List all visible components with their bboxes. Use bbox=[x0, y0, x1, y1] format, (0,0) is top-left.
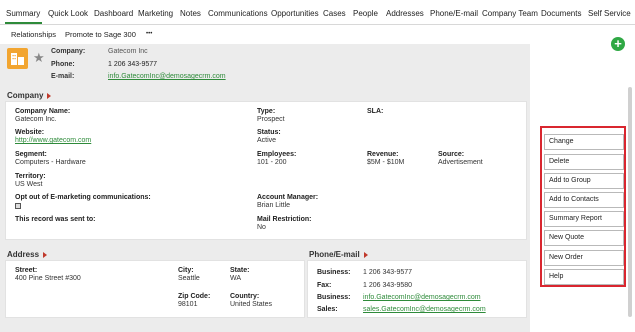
source-label: Source: bbox=[438, 151, 465, 158]
company-name-label: Company Name: bbox=[15, 108, 71, 115]
sla-label: SLA: bbox=[367, 108, 384, 115]
sales-email-label: Sales: bbox=[317, 306, 338, 313]
employees-label: Employees: bbox=[257, 151, 297, 158]
employees-value: 101 - 200 bbox=[257, 159, 287, 166]
header-email-link[interactable]: info.GatecomInc@demosagecrm.com bbox=[108, 73, 226, 80]
city-label: City: bbox=[178, 267, 194, 274]
add-to-group-button[interactable]: Add to Group bbox=[544, 173, 624, 189]
tab-company-team[interactable]: Company Team bbox=[482, 9, 538, 18]
header-company-label: Company: bbox=[51, 48, 86, 55]
optout-checkbox[interactable] bbox=[15, 203, 21, 209]
source-value: Advertisement bbox=[438, 159, 483, 166]
country-label: Country: bbox=[230, 293, 260, 300]
street-value: 400 Pine Street #300 bbox=[15, 275, 81, 282]
website-label: Website: bbox=[15, 129, 45, 136]
company-section-title[interactable]: Company bbox=[7, 91, 52, 100]
company-name-value: Gatecom Inc. bbox=[15, 116, 57, 123]
tab-documents[interactable]: Documents bbox=[541, 9, 581, 18]
type-value: Prospect bbox=[257, 116, 285, 123]
status-label: Status: bbox=[257, 129, 281, 136]
zip-label: Zip Code: bbox=[178, 293, 211, 300]
revenue-label: Revenue: bbox=[367, 151, 399, 158]
change-button[interactable]: Change bbox=[544, 134, 624, 150]
new-quote-button[interactable]: New Quote bbox=[544, 230, 624, 246]
territory-value: US West bbox=[15, 181, 43, 188]
territory-label: Territory: bbox=[15, 173, 46, 180]
tab-opportunities[interactable]: Opportunities bbox=[271, 9, 319, 18]
company-expand-icon bbox=[47, 92, 52, 99]
business-phone-value: 1 206 343-9577 bbox=[363, 269, 413, 276]
tab-cases[interactable]: Cases bbox=[323, 9, 346, 18]
sales-email-link[interactable]: sales.GatecomInc@demosagecrm.com bbox=[363, 306, 486, 313]
tab-people[interactable]: People bbox=[353, 9, 378, 18]
header-phone-label: Phone: bbox=[51, 61, 75, 68]
fax-value: 1 206 343-9580 bbox=[363, 282, 413, 289]
tab-bar: Summary Quick Look Dashboard Marketing N… bbox=[0, 0, 635, 25]
vertical-scrollbar[interactable] bbox=[628, 87, 632, 317]
tab-addresses[interactable]: Addresses bbox=[386, 9, 424, 18]
business-email-link[interactable]: info.GatecomInc@demosagecrm.com bbox=[363, 294, 481, 301]
favorite-star-icon[interactable]: ★ bbox=[33, 50, 45, 66]
tab-summary[interactable]: Summary bbox=[6, 9, 40, 18]
add-new-button[interactable]: + bbox=[611, 37, 625, 51]
segment-value: Computers - Hardware bbox=[15, 159, 86, 166]
new-order-button[interactable]: New Order bbox=[544, 250, 624, 266]
header-email-label: E-mail: bbox=[51, 73, 75, 80]
website-link[interactable]: http://www.gatecom.com bbox=[15, 137, 91, 144]
delete-button[interactable]: Delete bbox=[544, 154, 624, 170]
sent-to-label: This record was sent to: bbox=[15, 216, 96, 223]
add-to-contacts-button[interactable]: Add to Contacts bbox=[544, 192, 624, 208]
mail-restriction-value: No bbox=[257, 224, 266, 231]
zip-value: 98101 bbox=[178, 301, 198, 308]
phone-email-section-title[interactable]: Phone/E-mail bbox=[309, 250, 368, 259]
tab-quick-look[interactable]: Quick Look bbox=[48, 9, 88, 18]
state-label: State: bbox=[230, 267, 250, 274]
type-label: Type: bbox=[257, 108, 276, 115]
tab-communications[interactable]: Communications bbox=[208, 9, 268, 18]
status-value: Active bbox=[257, 137, 277, 144]
business-email-label: Business: bbox=[317, 294, 351, 301]
phone-email-expand-icon bbox=[363, 251, 368, 258]
revenue-value: $5M - $10M bbox=[367, 159, 405, 166]
header-company-value: Gatecom Inc bbox=[108, 48, 148, 55]
address-expand-icon bbox=[43, 251, 48, 258]
header-phone-value: 1 206 343-9577 bbox=[108, 61, 158, 68]
more-menu[interactable]: ••• bbox=[146, 31, 152, 37]
active-tab-indicator bbox=[5, 22, 42, 24]
address-card bbox=[5, 260, 305, 318]
fax-label: Fax: bbox=[317, 282, 332, 289]
company-icon bbox=[7, 48, 28, 69]
summary-report-button[interactable]: Summary Report bbox=[544, 211, 624, 227]
mail-restriction-label: Mail Restriction: bbox=[257, 216, 312, 223]
help-button[interactable]: Help bbox=[544, 269, 624, 285]
tab-phone-email[interactable]: Phone/E-mail bbox=[430, 9, 478, 18]
promote-to-sage-link[interactable]: Promote to Sage 300 bbox=[65, 30, 136, 39]
country-value: United States bbox=[230, 301, 273, 308]
address-section-title[interactable]: Address bbox=[7, 250, 48, 259]
street-label: Street: bbox=[15, 267, 38, 274]
tab-dashboard[interactable]: Dashboard bbox=[94, 9, 133, 18]
segment-label: Segment: bbox=[15, 151, 47, 158]
state-value: WA bbox=[230, 275, 242, 282]
account-manager-label: Account Manager: bbox=[257, 194, 319, 201]
tab-marketing[interactable]: Marketing bbox=[138, 9, 173, 18]
account-manager-value: Brian Little bbox=[257, 202, 291, 209]
secondary-nav: Relationships Promote to Sage 300 ••• bbox=[0, 25, 635, 44]
tab-notes[interactable]: Notes bbox=[180, 9, 201, 18]
city-value: Seattle bbox=[178, 275, 200, 282]
relationships-link[interactable]: Relationships bbox=[11, 30, 56, 39]
business-phone-label: Business: bbox=[317, 269, 351, 276]
tab-self-service[interactable]: Self Service bbox=[588, 9, 631, 18]
optout-label: Opt out of E-marketing communications: bbox=[15, 194, 151, 201]
